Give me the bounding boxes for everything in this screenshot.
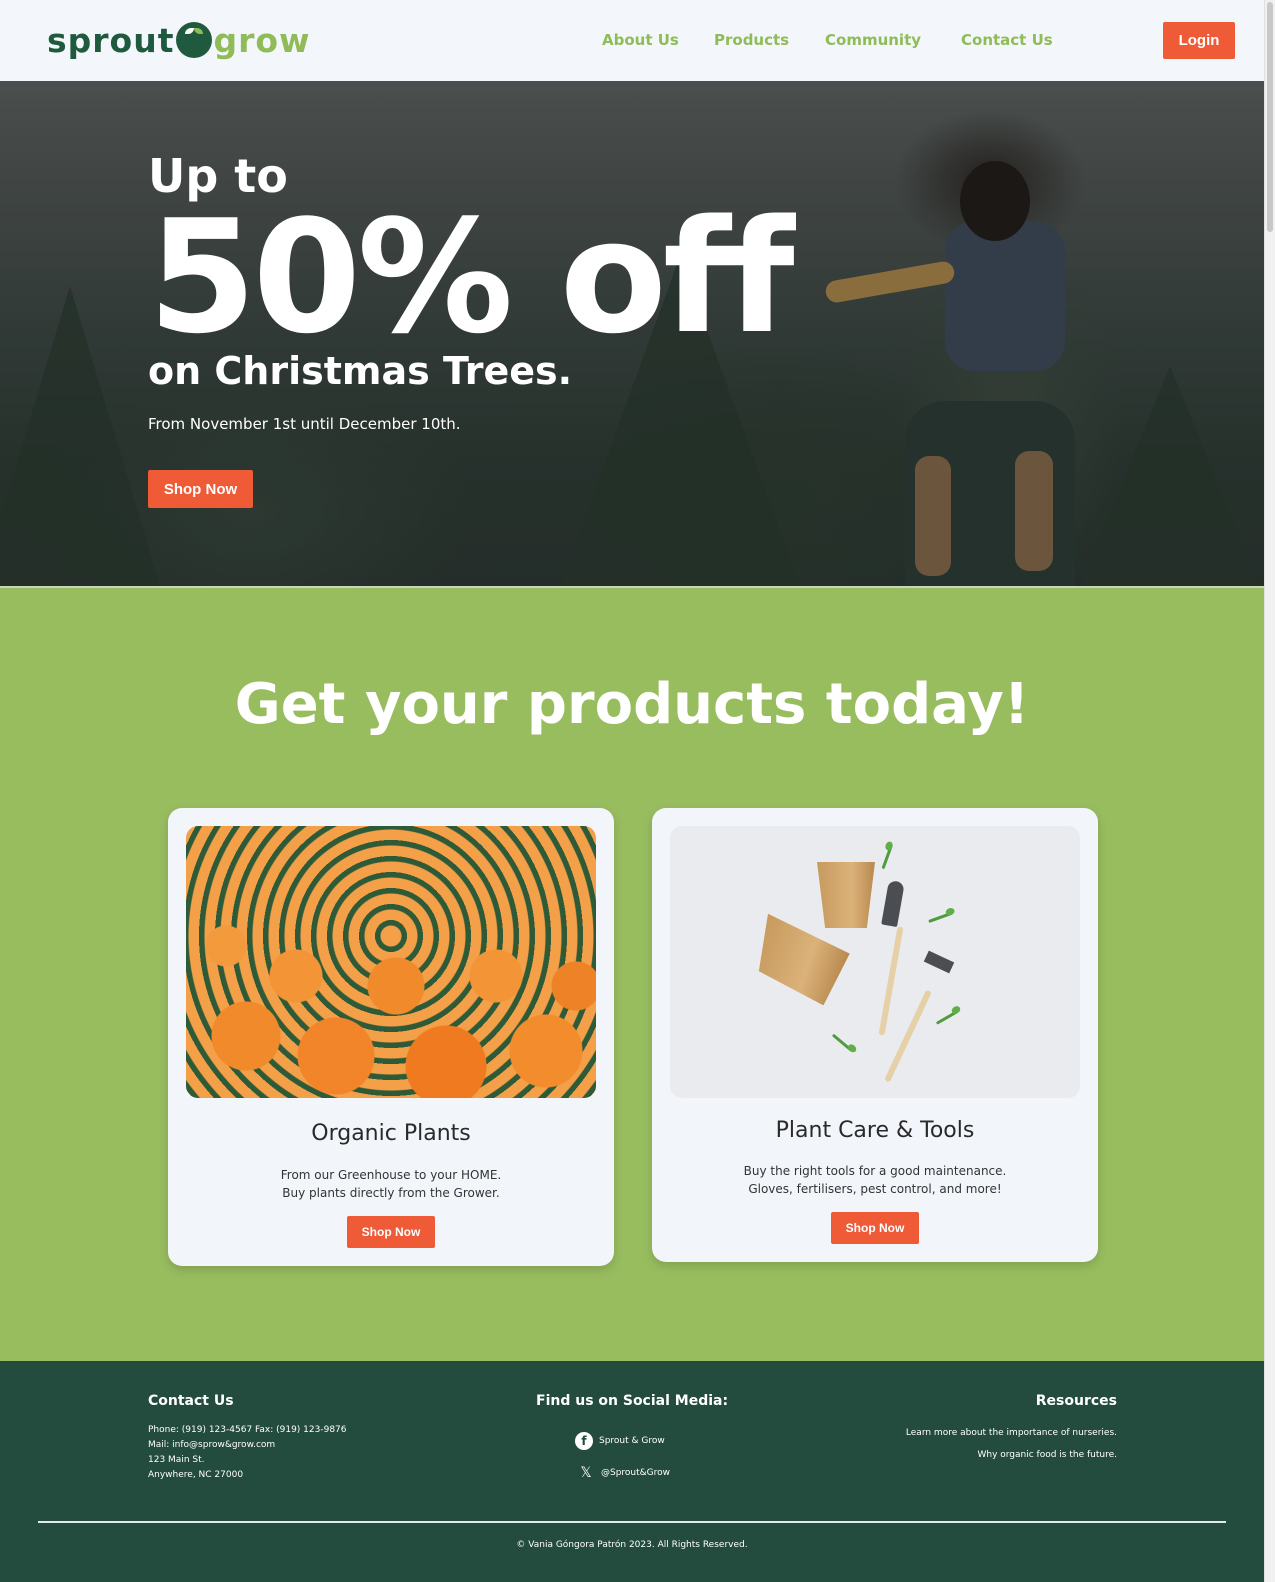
- footer-phone: Phone: (919) 123-4567 Fax: (919) 123-987…: [148, 1425, 347, 1435]
- garden-tools-image: [670, 826, 1080, 1098]
- products-section: Get your products today! Organic Plants …: [0, 588, 1264, 1361]
- footer-street: 123 Main St.: [148, 1455, 205, 1465]
- product-card-plant-care-tools: Plant Care & Tools Buy the right tools f…: [652, 808, 1098, 1262]
- facebook-handle: Sprout & Grow: [599, 1436, 665, 1446]
- nav-link-contact-us[interactable]: Contact Us: [961, 31, 1053, 49]
- hero-shop-now-button[interactable]: Shop Now: [148, 470, 253, 508]
- card-title: Organic Plants: [311, 1121, 471, 1146]
- brand-logo[interactable]: sprout grow: [47, 18, 311, 62]
- site-footer: Contact Us Phone: (919) 123-4567 Fax: (9…: [0, 1361, 1264, 1582]
- x-icon: 𝕏: [580, 1465, 592, 1481]
- footer-resource-link-nurseries[interactable]: Learn more about the importance of nurse…: [906, 1428, 1117, 1438]
- footer-mail: Mail: info@sprow&grow.com: [148, 1440, 276, 1450]
- footer-divider: [38, 1521, 1226, 1523]
- card-title: Plant Care & Tools: [775, 1118, 975, 1143]
- footer-x-link[interactable]: 𝕏 @Sprout&Grow: [577, 1464, 670, 1482]
- footer-facebook-link[interactable]: f Sprout & Grow: [575, 1432, 665, 1450]
- hero-line-3: on Christmas Trees.: [148, 349, 573, 393]
- top-navbar: sprout grow About Us Products Community …: [0, 0, 1275, 81]
- card-description-line-2: Buy plants directly from the Grower.: [282, 1186, 500, 1200]
- product-card-organic-plants: Organic Plants From our Greenhouse to yo…: [168, 808, 614, 1266]
- hero-banner: Up to 50% off on Christmas Trees. From N…: [0, 81, 1264, 586]
- card-description-line-1: Buy the right tools for a good maintenan…: [743, 1164, 1007, 1178]
- products-heading: Get your products today!: [234, 672, 1030, 737]
- footer-resource-link-organic[interactable]: Why organic food is the future.: [977, 1450, 1117, 1460]
- footer-contact-heading: Contact Us: [148, 1393, 234, 1409]
- footer-city: Anywhere, NC 27000: [148, 1470, 244, 1480]
- nav-link-community[interactable]: Community: [825, 31, 921, 49]
- page-scrollbar[interactable]: [1264, 0, 1275, 1582]
- brand-name-part1: sprout: [47, 20, 175, 60]
- card-description-line-1: From our Greenhouse to your HOME.: [280, 1168, 502, 1182]
- nav-link-products[interactable]: Products: [714, 31, 789, 49]
- footer-resources-heading: Resources: [1035, 1393, 1117, 1409]
- login-button[interactable]: Login: [1163, 22, 1235, 59]
- footer-copyright: © Vania Góngora Patrón 2023. All Rights …: [516, 1540, 748, 1550]
- x-handle: @Sprout&Grow: [601, 1468, 671, 1478]
- organic-plants-shop-now-button[interactable]: Shop Now: [347, 1216, 435, 1248]
- hero-discount-headline: 50% off: [148, 186, 795, 368]
- hero-date-range: From November 1st until December 10th.: [148, 415, 461, 433]
- footer-social-heading: Find us on Social Media:: [536, 1393, 729, 1409]
- plant-care-shop-now-button[interactable]: Shop Now: [831, 1212, 919, 1244]
- nav-link-about-us[interactable]: About Us: [602, 31, 679, 49]
- footer-contact-info: Phone: (919) 123-4567 Fax: (919) 123-987…: [148, 1423, 347, 1483]
- card-description-line-2: Gloves, fertilisers, pest control, and m…: [748, 1182, 1002, 1196]
- marigold-greenhouse-image: [186, 826, 596, 1098]
- sprout-logo-icon: [176, 22, 213, 58]
- scrollbar-thumb[interactable]: [1267, 2, 1273, 232]
- brand-name-part2: grow: [213, 20, 311, 60]
- facebook-icon: f: [575, 1432, 593, 1450]
